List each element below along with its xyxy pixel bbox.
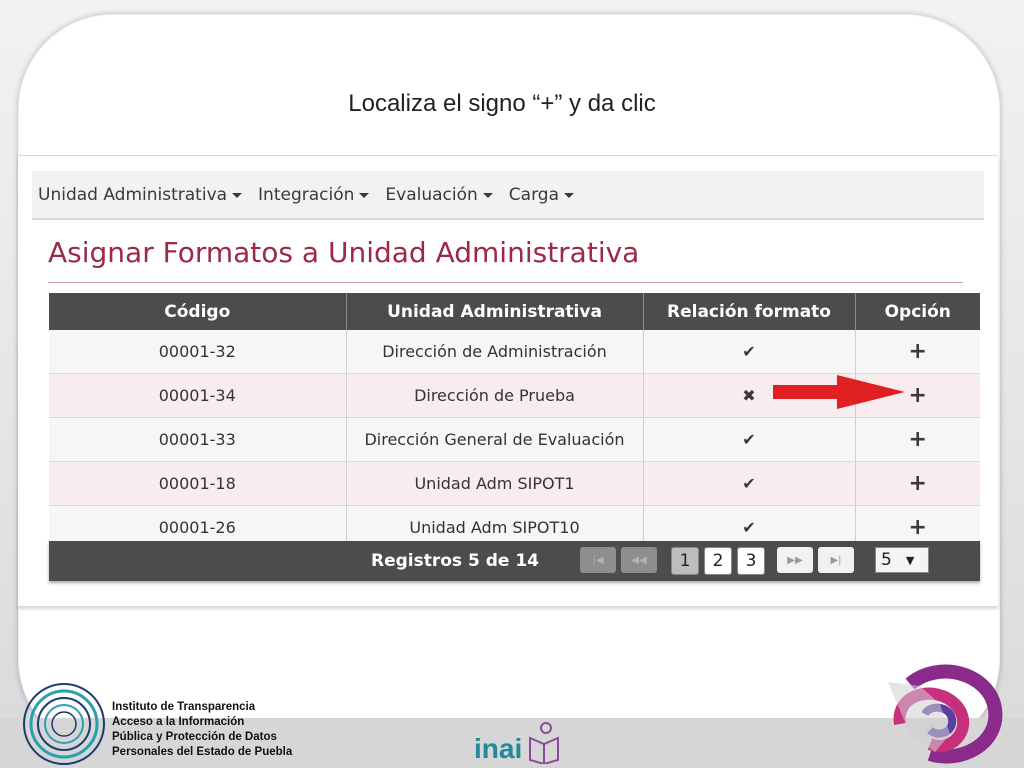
cell-code: 00001-18: [49, 461, 347, 506]
header-relacion[interactable]: Relación formato: [643, 293, 856, 330]
page-size-select[interactable]: 5 ▼: [875, 547, 929, 573]
institute-logo-icon: [23, 683, 105, 765]
institute-line: Acceso a la Información: [112, 716, 245, 728]
cell-unit: Unidad Adm SIPOT1: [346, 461, 644, 506]
page-title: Asignar Formatos a Unidad Administrativa: [48, 236, 640, 269]
plus-icon[interactable]: +: [909, 471, 927, 496]
cell-unit: Dirección General de Evaluación: [346, 417, 644, 462]
nav-label: Integración: [258, 184, 355, 205]
cell-unit: Dirección de Prueba: [346, 373, 644, 418]
next-page-button[interactable]: ▶▶: [777, 547, 813, 573]
plus-icon[interactable]: +: [909, 515, 927, 540]
page-1-button[interactable]: 1: [671, 547, 699, 575]
cell-unit: Dirección de Administración: [346, 330, 644, 374]
cell-option: +: [855, 461, 980, 506]
formats-table: Código Unidad Administrativa Relación fo…: [49, 293, 980, 550]
nav-label: Unidad Administrativa: [38, 184, 228, 205]
nav-label: Carga: [508, 184, 559, 205]
inai-wordmark: inai: [474, 733, 523, 764]
table-header-row: Código Unidad Administrativa Relación fo…: [49, 293, 980, 330]
cell-code: 00001-34: [49, 373, 347, 418]
plus-icon[interactable]: +: [909, 383, 927, 408]
inai-book-icon: [529, 722, 560, 766]
institute-name: Instituto de Transparencia Acceso a la I…: [112, 700, 292, 760]
pagination-bar: Registros 5 de 14 |◀ ◀◀ 1 2 3 ▶▶ ▶| 5 ▼: [49, 541, 980, 581]
caret-down-icon: [482, 193, 493, 198]
cell-code: 00001-33: [49, 417, 347, 462]
caret-down-icon: ▼: [905, 553, 915, 567]
red-arrow-icon: [773, 375, 905, 409]
last-page-button[interactable]: ▶|: [818, 547, 854, 573]
prev-page-button[interactable]: ◀◀: [621, 547, 657, 573]
institute-line: Instituto de Transparencia: [112, 701, 256, 713]
caret-down-icon: [232, 193, 243, 198]
cell-relation: ✔: [643, 417, 856, 462]
check-icon: ✔: [742, 430, 756, 449]
nav-label: Evaluación: [385, 184, 478, 205]
header-opcion: Opción: [855, 293, 980, 330]
check-icon: ✔: [742, 518, 756, 537]
institute-line: Pública y Protección de Datos: [112, 731, 277, 743]
records-count: Registros 5 de 14: [371, 551, 539, 571]
nav-carga[interactable]: Carga: [509, 185, 574, 205]
header-unidad[interactable]: Unidad Administrativa: [346, 293, 644, 330]
caret-down-icon: [563, 193, 574, 198]
page-2-button[interactable]: 2: [704, 547, 732, 575]
app-screenshot: Unidad Administrativa Integración Evalua…: [18, 155, 998, 607]
caret-down-icon: [359, 193, 370, 198]
title-divider: [48, 282, 963, 283]
table-row: 00001-32 Dirección de Administración ✔ +: [49, 330, 980, 374]
institute-line: Personales del Estado de Puebla: [112, 746, 293, 758]
nav-integracion[interactable]: Integración: [258, 184, 370, 205]
top-navbar: Unidad Administrativa Integración Evalua…: [32, 171, 984, 220]
check-icon: ✔: [742, 342, 756, 361]
instruction-text: Localiza el signo “+” y da clic: [348, 90, 656, 117]
cell-relation: ✔: [643, 330, 856, 374]
check-icon: ✔: [742, 474, 756, 493]
cell-code: 00001-32: [49, 330, 347, 374]
cell-option: +: [855, 330, 980, 374]
cross-icon: ✖: [742, 386, 756, 405]
plus-icon[interactable]: +: [909, 427, 927, 452]
page-3-button[interactable]: 3: [737, 547, 765, 575]
plus-icon[interactable]: +: [909, 339, 927, 364]
nav-evaluacion[interactable]: Evaluación: [385, 184, 493, 205]
first-page-button[interactable]: |◀: [580, 547, 616, 573]
page-size-value: 5: [881, 550, 892, 570]
table-row: 00001-18 Unidad Adm SIPOT1 ✔ +: [49, 461, 980, 506]
inai-logo: inai: [474, 722, 561, 766]
header-codigo[interactable]: Código: [49, 293, 347, 330]
state-emblem-icon: [888, 664, 1003, 764]
cell-option: +: [855, 417, 980, 462]
cell-relation: ✔: [643, 461, 856, 506]
nav-unidad-administrativa[interactable]: Unidad Administrativa: [38, 184, 243, 205]
table-row: 00001-33 Dirección General de Evaluación…: [49, 417, 980, 462]
